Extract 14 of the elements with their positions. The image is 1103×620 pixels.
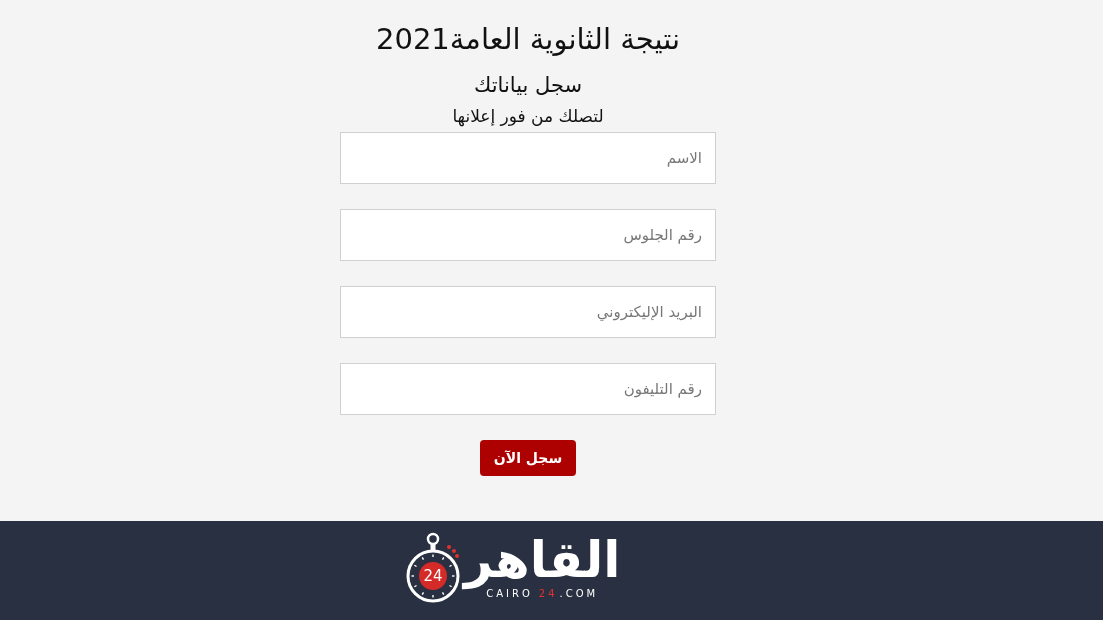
input-field[interactable]: البريد الإليكتروني [340, 286, 716, 338]
logo-wordmark: القاهر [464, 532, 621, 588]
input-field[interactable]: الاسم [340, 132, 716, 184]
number-badge: 24 [419, 562, 447, 590]
subtitle: سجل بياناتك [473, 72, 583, 99]
input-field[interactable]: رقم التليفون [340, 363, 716, 415]
logo-domain-text: CAIRO [486, 588, 533, 600]
page-title: نتيجة الثانوية العامة2021 [376, 21, 681, 58]
register-button[interactable]: سجل الآن [480, 440, 576, 476]
tagline: لتصلك من فور إعلانها [452, 105, 604, 128]
logo-domain-number: 24 [538, 588, 558, 600]
stopwatch-icon [405, 532, 461, 604]
logo-domain-suffix: .COM [559, 588, 599, 600]
input-field[interactable]: رقم الجلوس [340, 209, 716, 261]
